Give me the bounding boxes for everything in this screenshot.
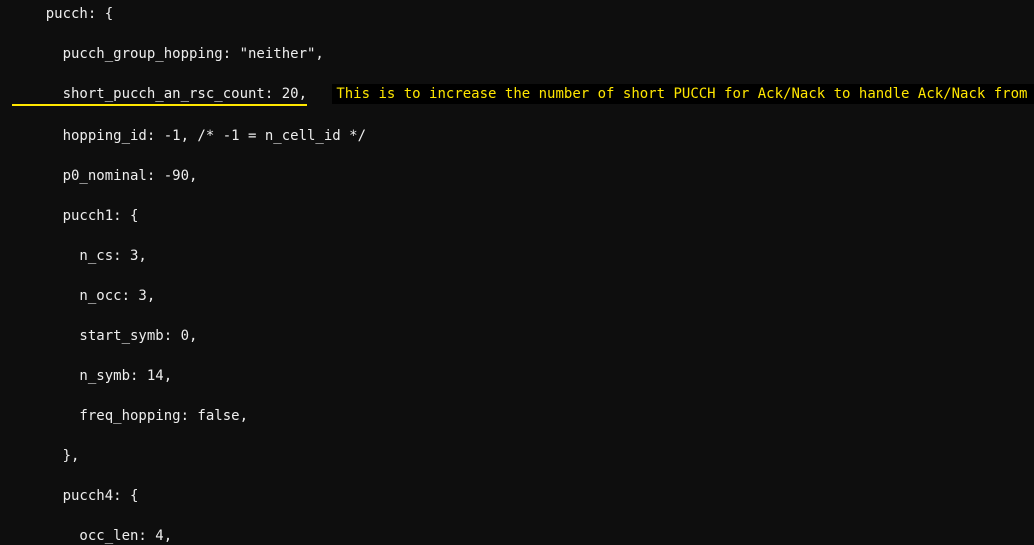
code-line: occ_len: 4, xyxy=(0,526,1034,545)
code-line: n_symb: 14, xyxy=(0,366,1034,386)
code-line: pucch1: { xyxy=(0,206,1034,226)
code-line: pucch_group_hopping: "neither", xyxy=(0,44,1034,64)
code-line-annotated: short_pucch_an_rsc_count: 20, This is to… xyxy=(0,84,1034,106)
code-line: n_occ: 3, xyxy=(0,286,1034,306)
code-line: n_cs: 3, xyxy=(0,246,1034,266)
code-line: pucch4: { xyxy=(0,486,1034,506)
highlighted-code-short-pucch: short_pucch_an_rsc_count: 20, xyxy=(12,84,307,106)
code-line: start_symb: 0, xyxy=(0,326,1034,346)
code-line: }, xyxy=(0,446,1034,466)
code-line: freq_hopping: false, xyxy=(0,406,1034,426)
code-line: p0_nominal: -90, xyxy=(0,166,1034,186)
code-line: pucch: { xyxy=(0,4,1034,24)
code-line: hopping_id: -1, /* -1 = n_cell_id */ xyxy=(0,126,1034,146)
annotation-short-pucch: This is to increase the number of short … xyxy=(332,84,1034,104)
code-block-pucch: pucch: { pucch_group_hopping: "neither",… xyxy=(0,0,1034,545)
